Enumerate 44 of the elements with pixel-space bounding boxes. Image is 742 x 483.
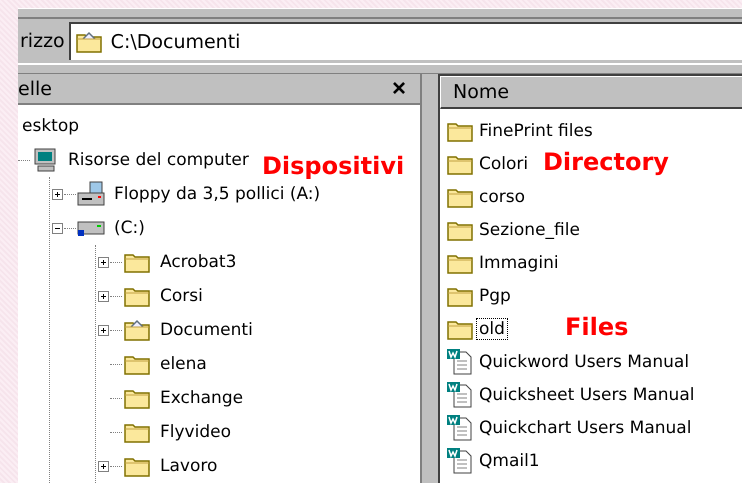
address-field[interactable]: C:\Documenti [68, 22, 742, 60]
tree-item[interactable]: Floppy da 3,5 pollici (A:) [114, 184, 320, 204]
tree-item[interactable]: Documenti [160, 320, 253, 340]
address-label: rizzo [19, 30, 65, 52]
word-document-icon [446, 380, 474, 408]
annotation-label: Files [565, 313, 628, 341]
tree-item[interactable]: esktop [22, 116, 80, 136]
file-name[interactable]: Quicksheet Users Manual [477, 384, 696, 404]
word-document-icon [446, 348, 474, 376]
file-name[interactable]: corso [477, 186, 527, 206]
file-name[interactable]: Quickword Users Manual [477, 352, 692, 372]
file-name[interactable]: FinePrint files [477, 120, 595, 140]
file-name[interactable]: Sezione_file [477, 220, 582, 240]
file-name[interactable]: Pgp [477, 286, 513, 306]
tree-item[interactable]: (C:) [114, 218, 145, 238]
tree-item[interactable]: Exchange [160, 388, 244, 408]
close-button[interactable]: × [390, 76, 408, 100]
tree-item[interactable]: Lavoro [160, 456, 218, 476]
computer-icon [32, 147, 58, 173]
tree-item[interactable]: Risorse del computer [68, 150, 249, 170]
floppy-drive-icon [76, 181, 106, 207]
expand-toggle[interactable] [98, 324, 108, 336]
expand-toggle[interactable] [52, 188, 62, 200]
column-header[interactable]: Nome [440, 76, 742, 109]
file-name[interactable]: Quickchart Users Manual [477, 418, 694, 438]
pane-title: elle [18, 78, 52, 100]
word-document-icon [446, 446, 474, 474]
file-name[interactable]: old [477, 318, 507, 338]
open-folder-icon [123, 318, 151, 342]
annotation-label: Directory [543, 148, 669, 176]
tree-item[interactable]: Corsi [160, 286, 203, 306]
tree-item[interactable]: elena [160, 354, 207, 374]
expand-toggle[interactable] [98, 460, 108, 472]
expand-toggle[interactable] [98, 290, 108, 302]
open-folder-icon [74, 30, 103, 54]
file-name[interactable]: Qmail1 [477, 450, 542, 470]
tree-item[interactable]: Flyvideo [160, 422, 231, 442]
annotation-label: Dispositivi [262, 152, 404, 180]
collapse-toggle[interactable] [52, 222, 62, 234]
expand-toggle[interactable] [98, 256, 108, 268]
tree-item[interactable]: Acrobat3 [160, 252, 236, 272]
word-document-icon [446, 414, 474, 442]
file-name[interactable]: Immagini [477, 252, 561, 272]
file-name[interactable]: Colori [477, 154, 530, 174]
